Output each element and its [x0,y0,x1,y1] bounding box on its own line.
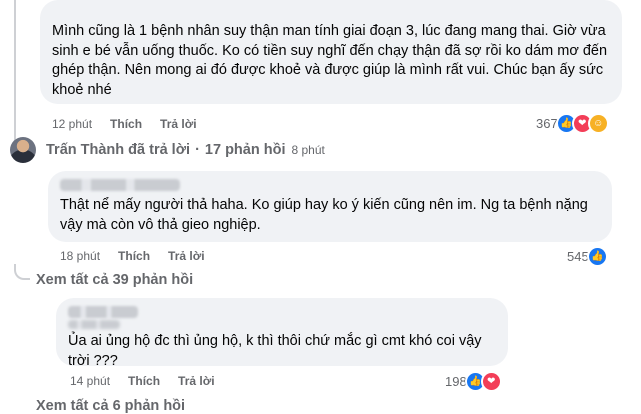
like-button-1[interactable]: Thích [110,117,142,131]
reaction-count-2: 545 [567,249,589,264]
comment-meta-1: 12 phút Thích Trả lời [52,117,215,131]
comment-bubble-3: Ủa ai ủng hộ đc thì ủng hộ, k thì thôi c… [56,298,508,369]
reaction-count-1: 367 [536,116,558,131]
comment-text-3: Ủa ai ủng hộ đc thì ủng hộ, k thì thôi c… [68,333,482,369]
reply-button-2[interactable]: Trả lời [168,249,205,263]
comment-text-1: Mình cũng là 1 bệnh nhân suy thận man tí… [52,23,608,98]
view-all-replies-2[interactable]: Xem tất cả 6 phản hồi [36,398,185,414]
comment-bubble-1: Mình cũng là 1 bệnh nhân suy thận man tí… [40,0,622,104]
replied-name[interactable]: Trấn Thành đã trả lời [46,142,190,158]
comment-time-2[interactable]: 18 phút [60,249,100,263]
replied-separator: · [195,142,200,158]
comment-meta-2: 18 phút Thích Trả lời [60,249,223,263]
reaction-summary-1[interactable]: 367 👍 ❤ ☺ [536,113,609,134]
view-all-replies-1[interactable]: Xem tất cả 39 phản hồi [36,272,193,288]
replied-time: 8 phút [291,143,325,157]
care-icon: ☺ [587,113,609,134]
love-icon: ❤ [480,371,502,392]
author-name-blurred[interactable] [68,306,138,318]
reaction-summary-2[interactable]: 545 👍 [567,246,608,267]
like-icon: 👍 [586,246,608,267]
thread-line [14,0,16,158]
comment-meta-3: 14 phút Thích Trả lời [70,374,233,388]
reply-button-1[interactable]: Trả lời [160,117,197,131]
reaction-count-3: 198 [445,374,467,389]
comment-time-1[interactable]: 12 phút [52,117,92,131]
replied-row[interactable]: Trấn Thành đã trả lời · 17 phản hồi 8 ph… [10,137,325,163]
comment-text-2: Thật nể mấy người thả haha. Ko giúp hay … [60,197,588,233]
like-button-2[interactable]: Thích [118,249,150,263]
comment-bubble-2: Thật nể mấy người thả haha. Ko giúp hay … [48,171,612,242]
thread-curve [14,264,30,280]
author-name-partial [68,320,120,329]
reaction-summary-3[interactable]: 198 👍 ❤ [445,371,502,392]
avatar [10,137,36,163]
like-button-3[interactable]: Thích [128,374,160,388]
replies-count[interactable]: 17 phản hồi [205,142,286,158]
author-name-blurred[interactable] [60,179,180,191]
comment-time-3[interactable]: 14 phút [70,374,110,388]
reply-button-3[interactable]: Trả lời [178,374,215,388]
